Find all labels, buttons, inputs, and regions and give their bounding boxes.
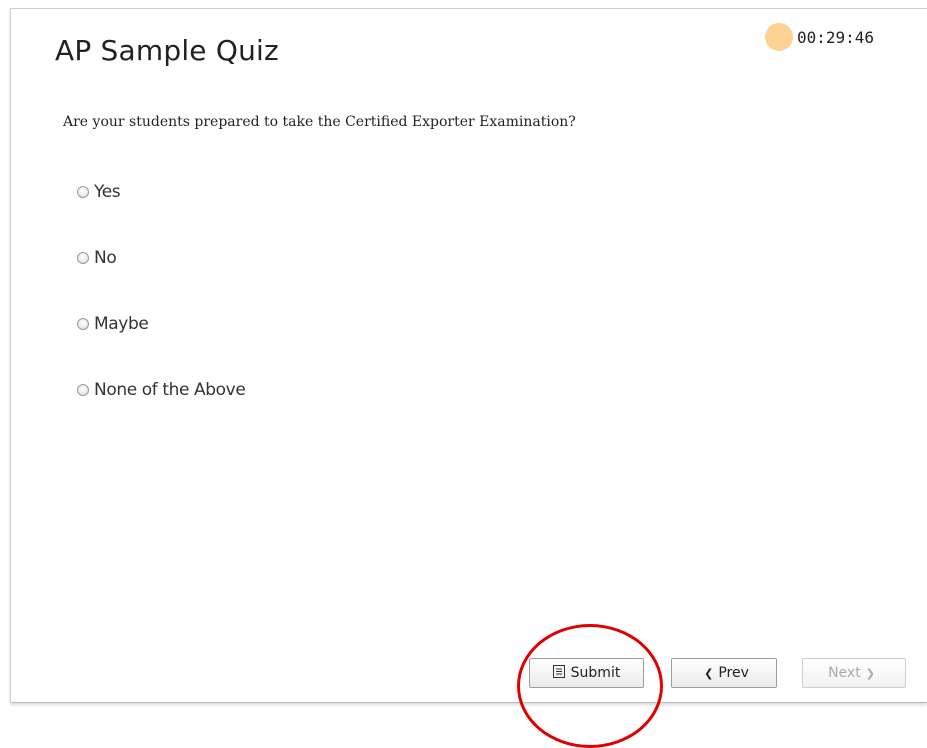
- chevron-right-icon: ❯: [865, 666, 875, 680]
- option-no[interactable]: No: [77, 248, 117, 268]
- quiz-panel: [10, 8, 927, 703]
- radio-button[interactable]: [77, 252, 89, 264]
- option-label: No: [94, 248, 117, 268]
- next-label: Next: [828, 665, 861, 681]
- chevron-left-icon: ❮: [704, 666, 714, 680]
- option-label: None of the Above: [94, 380, 246, 400]
- submit-label: Submit: [570, 665, 621, 681]
- quiz-title: AP Sample Quiz: [55, 34, 279, 67]
- radio-button[interactable]: [77, 186, 89, 198]
- timer-indicator-icon: [765, 23, 793, 51]
- timer-text: 00:29:46: [797, 27, 875, 47]
- option-label: Yes: [94, 182, 121, 202]
- prev-button[interactable]: ❮ Prev: [671, 658, 777, 688]
- question-text: Are your students prepared to take the C…: [63, 114, 576, 130]
- timer: 00:29:46: [765, 22, 874, 52]
- option-label: Maybe: [94, 314, 149, 334]
- next-button[interactable]: Next ❯: [802, 658, 906, 688]
- option-none-of-the-above[interactable]: None of the Above: [77, 380, 246, 400]
- option-yes[interactable]: Yes: [77, 182, 121, 202]
- radio-button[interactable]: [77, 318, 89, 330]
- prev-label: Prev: [718, 665, 749, 681]
- option-maybe[interactable]: Maybe: [77, 314, 149, 334]
- radio-button[interactable]: [77, 384, 89, 396]
- submit-button[interactable]: Submit: [529, 658, 644, 688]
- document-list-icon: [552, 664, 565, 682]
